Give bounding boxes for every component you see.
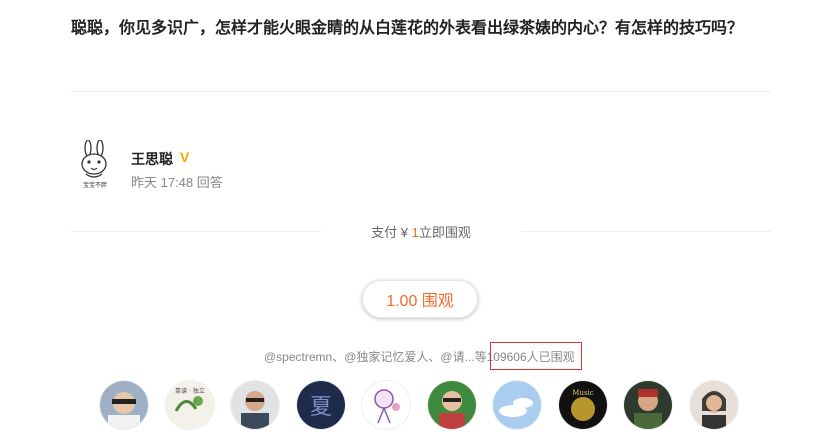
watcher-avatar-7[interactable] xyxy=(493,381,541,429)
watcher-avatar-9[interactable] xyxy=(624,381,672,429)
watcher-avatar-10[interactable] xyxy=(689,381,738,429)
watch-button[interactable]: 1.00 围观 xyxy=(362,280,478,318)
watchers-names[interactable]: @spectremn、@独家记忆爱人、@请...等 xyxy=(264,350,487,364)
watcher-avatar-list: 靠谱 · 独立 夏 Music xyxy=(100,381,738,429)
watcher-avatar-2[interactable]: 靠谱 · 独立 xyxy=(165,381,214,429)
author-avatar[interactable]: 宝宝不胖 xyxy=(74,139,116,190)
highlight-box xyxy=(490,342,582,370)
avatar-8-text: Music xyxy=(572,389,594,397)
bunny-avatar-icon: 宝宝不胖 xyxy=(81,139,107,189)
avatar-2-text: 靠谱 · 独立 xyxy=(175,387,205,395)
question-title: 聪聪，你见多识广，怎样才能火眼金睛的从白莲花的外表看出绿茶婊的内心？有怎样的技巧… xyxy=(71,20,744,37)
watcher-avatar-3[interactable] xyxy=(231,381,279,429)
pay-amount: 1 xyxy=(411,225,419,240)
pay-prompt: 支付 ¥ 1立即围观 xyxy=(321,222,521,241)
answer-timestamp: 昨天 17:48 回答 xyxy=(131,175,223,190)
watcher-avatar-6[interactable] xyxy=(427,381,476,429)
watcher-avatar-1[interactable] xyxy=(100,381,148,429)
watcher-avatar-5[interactable] xyxy=(362,381,410,429)
watcher-avatar-8[interactable]: Music xyxy=(558,381,607,429)
verified-badge-icon: V xyxy=(180,149,190,165)
avatar-4-text: 夏 xyxy=(309,395,331,420)
divider xyxy=(71,91,771,92)
watcher-avatar-4[interactable]: 夏 xyxy=(296,381,345,429)
pay-prefix: 支付 ¥ xyxy=(371,225,412,240)
author-name[interactable]: 王思聪 xyxy=(131,149,173,169)
divider-right xyxy=(521,231,771,232)
avatar-caption: 宝宝不胖 xyxy=(83,181,107,189)
divider-left xyxy=(71,231,321,232)
pay-suffix: 立即围观 xyxy=(418,225,471,240)
